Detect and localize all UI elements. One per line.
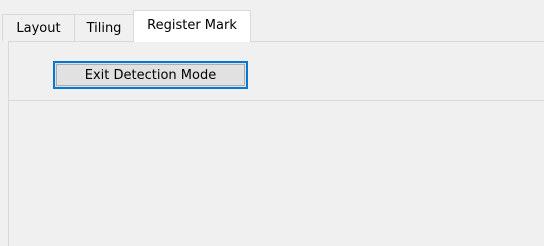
register-mark-window: Layout Tiling Register Mark Exit Detecti… [0, 0, 544, 246]
register-mark-panel: Exit Detection Mode [8, 41, 544, 246]
tab-register-mark[interactable]: Register Mark [133, 10, 251, 42]
tab-layout[interactable]: Layout [2, 14, 75, 41]
tab-tiling-label: Tiling [86, 20, 122, 36]
exit-detection-mode-button[interactable]: Exit Detection Mode [53, 61, 248, 89]
tab-tiling[interactable]: Tiling [74, 14, 134, 41]
tab-layout-label: Layout [16, 20, 61, 36]
tab-strip: Layout Tiling Register Mark [0, 0, 544, 42]
panel-divider [9, 100, 544, 101]
tab-register-mark-label: Register Mark [147, 18, 237, 33]
exit-detection-mode-label: Exit Detection Mode [84, 67, 217, 83]
